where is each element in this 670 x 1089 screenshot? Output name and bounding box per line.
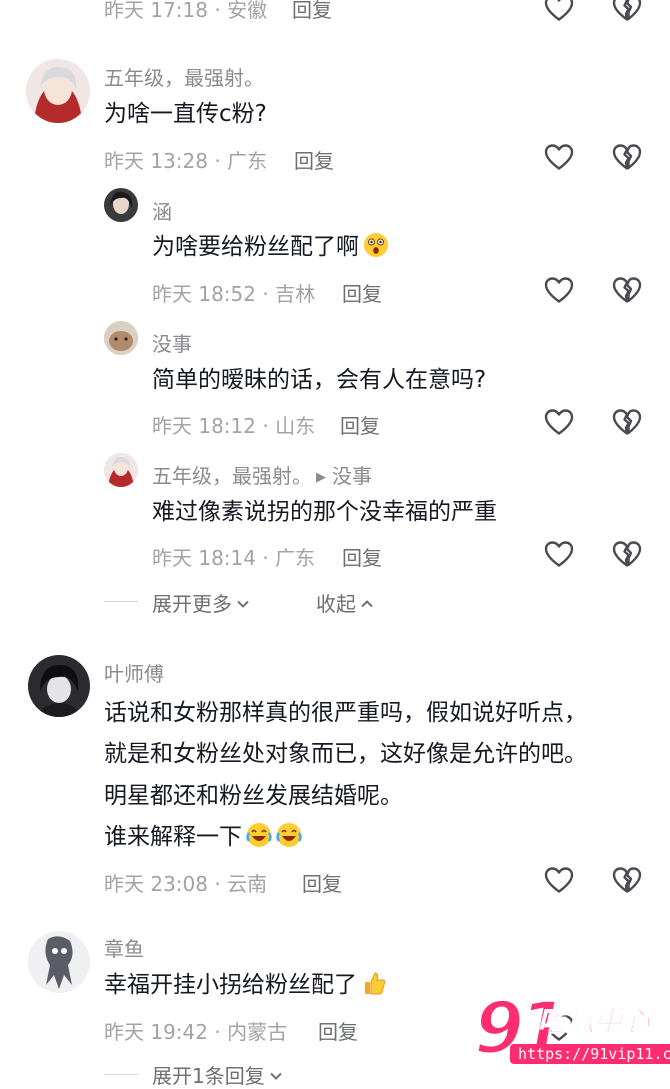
divider [104,601,138,602]
avatar[interactable] [28,655,90,717]
thumbs-up-emoji-icon [361,970,387,996]
broken-heart-outline-icon[interactable] [612,0,642,22]
comment-text-line: 谁来解释一下 [104,816,302,859]
watermark-url: https://91vip11.com [510,1044,670,1064]
reply-button[interactable]: 回复 [302,868,342,897]
comment-meta: 昨天 19:42 · 内蒙古 [104,1020,288,1044]
comment-username[interactable]: 章鱼 [104,933,144,962]
expand-more-button[interactable]: 展开更多 [152,588,250,617]
heart-outline-icon[interactable] [544,866,574,894]
broken-heart-outline-icon[interactable] [612,143,642,171]
comment-text-fragment: 幸福开挂小拐给粉丝配了 [104,972,357,998]
laughing-crying-emoji-icon [276,822,302,848]
expand-replies-label: 展开1条回复 [152,1064,265,1088]
reply-text: 为啥要给粉丝配了啊 [152,226,389,269]
surprised-emoji-icon [363,232,389,258]
avatar[interactable] [28,931,90,993]
reply-button[interactable]: 回复 [342,278,382,307]
avatar[interactable] [26,59,90,123]
heart-outline-icon[interactable] [544,0,574,22]
comment-meta: 昨天 13:28 · 广东 [104,149,268,173]
reply-button[interactable]: 回复 [342,542,382,571]
reply-username: 五年级，最强射。 ▶ 没事 [152,460,372,489]
reply-button[interactable]: 回复 [340,410,380,439]
laughing-crying-emoji-icon [246,822,272,848]
collapse-label: 收起 [316,592,356,616]
expand-replies-button[interactable]: 展开1条回复 [152,1060,283,1089]
comment-username[interactable]: 五年级，最强射。 [104,62,264,91]
reply-meta: 昨天 18:12 · 山东 [152,414,316,438]
heart-outline-icon[interactable] [544,143,574,171]
heart-outline-icon[interactable] [544,408,574,436]
comment-text-line: 就是和女粉丝处对象而已，这好像是允许的吧。 [104,741,587,767]
avatar[interactable] [104,321,138,355]
divider [104,1074,138,1075]
reply-meta: 昨天 18:14 · 广东 [152,546,316,570]
comment-text-line: 明星都还和粉丝发展结婚呢。 [104,783,403,809]
broken-heart-outline-icon[interactable] [612,866,642,894]
reply-button[interactable]: 回复 [292,0,332,23]
reply-meta: 昨天 18:52 · 吉林 [152,282,316,306]
heart-outline-icon[interactable] [544,276,574,304]
chevron-down-icon [236,597,250,611]
chevron-up-icon [360,597,374,611]
collapse-button[interactable]: 收起 [316,588,374,617]
reply-author[interactable]: 五年级，最强射。 [152,464,312,488]
reply-button[interactable]: 回复 [294,145,334,174]
watermark-title: 吃瓜中心 [537,1005,651,1039]
avatar[interactable] [104,453,138,487]
comment-text: 幸福开挂小拐给粉丝配了 [104,964,387,1007]
comment-username[interactable]: 叶师傅 [104,658,164,687]
watermark-logo: 91 吃瓜中心 https://91vip11.com [472,985,670,1072]
heart-outline-icon[interactable] [544,540,574,568]
reply-button[interactable]: 回复 [318,1016,358,1045]
comment-meta: 昨天 17:18 · 安徽 [104,0,268,22]
reply-username[interactable]: 没事 [152,328,192,357]
comment-text-line: 话说和女粉那样真的很严重吗，假如说好听点， [104,700,587,726]
reply-text: 简单的暧昧的话，会有人在意吗? [152,367,487,393]
broken-heart-outline-icon[interactable] [612,276,642,304]
comment-text: 为啥一直传c粉? [104,101,267,127]
comment-text-fragment: 谁来解释一下 [104,824,242,850]
broken-heart-outline-icon[interactable] [612,540,642,568]
avatar[interactable] [104,188,138,222]
broken-heart-outline-icon[interactable] [612,408,642,436]
reply-text: 难过像素说拐的那个没幸福的严重 [152,499,497,525]
comment-meta: 昨天 23:08 · 云南 [104,872,268,896]
reply-username[interactable]: 涵 [152,196,172,225]
chevron-down-icon [269,1069,283,1083]
reply-target-user[interactable]: 没事 [332,464,372,488]
expand-more-label: 展开更多 [152,592,232,616]
reply-to-arrow-icon: ▶ [316,470,326,485]
